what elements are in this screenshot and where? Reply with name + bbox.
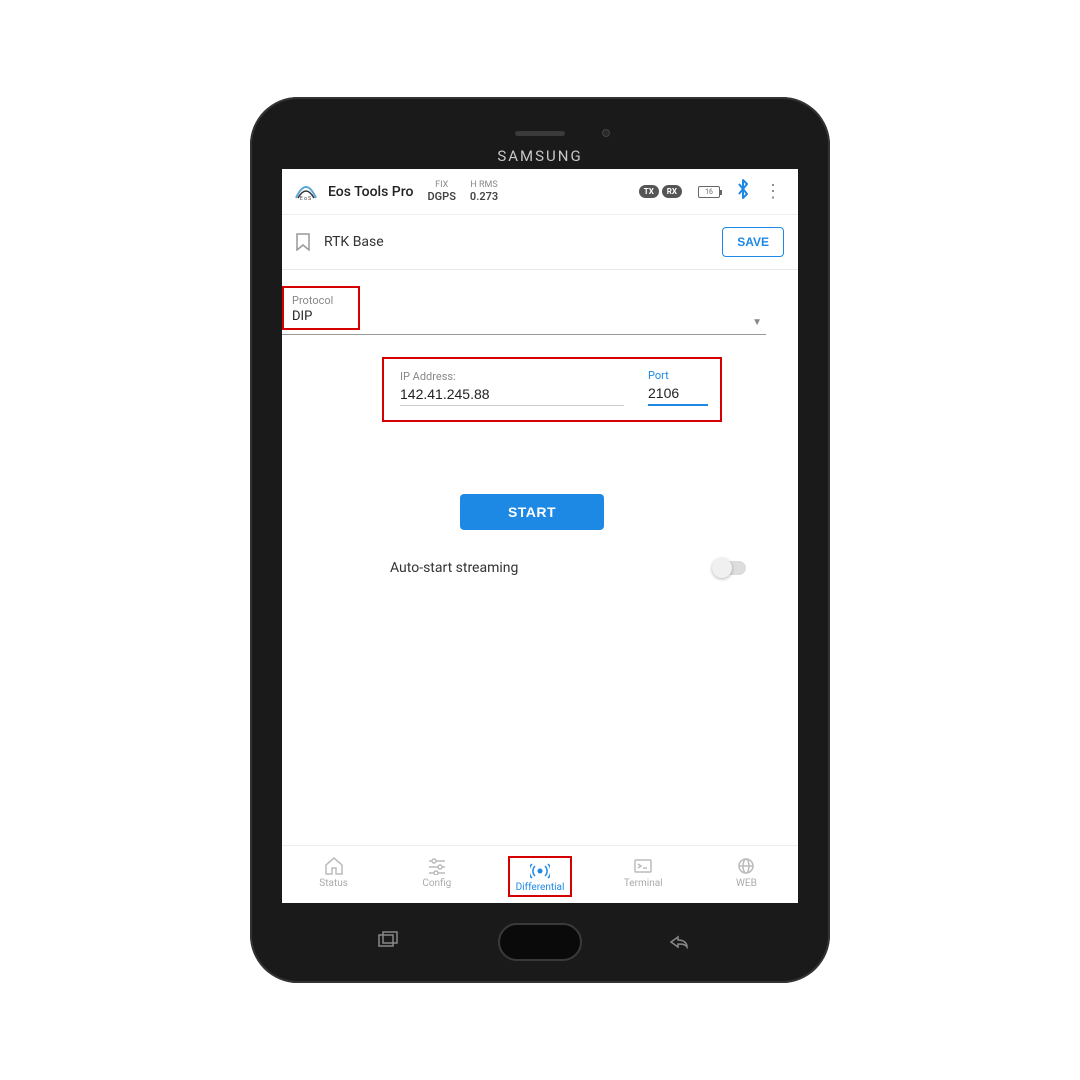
nav-terminal[interactable]: Terminal [592,852,695,901]
autostart-row: Auto-start streaming [282,560,782,576]
sliders-icon [385,856,488,876]
app-title: Eos Tools Pro [328,184,413,200]
nav-differential[interactable]: Differential [488,852,591,901]
app-bar: E o S Eos Tools Pro FIX DGPS H RMS 0.273… [282,169,798,215]
address-highlight: IP Address: Port [382,357,722,422]
bottom-nav: Status Config Differential [282,845,798,903]
nav-label: WEB [695,878,798,889]
hrms-label: H RMS [470,180,498,191]
home-button[interactable] [498,923,582,961]
save-button[interactable]: SAVE [722,227,784,257]
tablet-frame: SAMSUNG E o S Eos Tools Pro FIX DGPS H R… [250,97,830,983]
content-area: Protocol DIP ▼ IP Address: Port START [282,270,798,845]
bluetooth-icon[interactable] [736,179,750,204]
protocol-label: Protocol [292,294,350,307]
port-input[interactable] [648,382,708,406]
back-hw-button[interactable] [668,935,690,949]
txrx-badges: TX RX [639,185,682,198]
start-button[interactable]: START [460,494,604,530]
autostart-label: Auto-start streaming [390,560,518,576]
nav-label: Terminal [592,878,695,889]
protocol-value: DIP [292,309,350,324]
ip-field: IP Address: [400,370,624,406]
hrms-stat: H RMS 0.273 [470,180,498,204]
nav-web[interactable]: WEB [695,852,798,901]
nav-label: Status [282,878,385,889]
port-label: Port [648,369,708,382]
fix-stat: FIX DGPS [427,180,455,204]
ip-input[interactable] [400,383,624,406]
ip-label: IP Address: [400,370,624,383]
nav-status[interactable]: Status [282,852,385,901]
app-logo-icon: E o S [292,182,320,202]
bookmark-icon[interactable] [296,233,310,251]
nav-highlight: Differential [508,856,573,897]
chevron-down-icon: ▼ [752,317,766,330]
nav-label: Config [385,878,488,889]
nav-label: Differential [516,882,565,893]
page-subbar: RTK Base SAVE [282,215,798,270]
device-brand: SAMSUNG [497,147,582,165]
protocol-dropdown[interactable]: Protocol DIP ▼ [282,286,766,335]
screen: E o S Eos Tools Pro FIX DGPS H RMS 0.273… [282,169,798,903]
battery-icon: 16 [698,186,720,198]
hrms-value: 0.273 [470,190,498,203]
terminal-icon [592,856,695,876]
protocol-highlight: Protocol DIP [282,286,360,330]
nav-config[interactable]: Config [385,852,488,901]
home-icon [282,856,385,876]
battery-value: 16 [705,188,713,196]
speaker-grill [515,131,565,136]
globe-icon [695,856,798,876]
recent-hw-button[interactable] [378,931,400,951]
fix-value: DGPS [427,190,455,203]
port-field: Port [648,369,708,406]
fix-label: FIX [427,180,455,191]
tx-badge: TX [639,185,659,198]
svg-text:E o S: E o S [300,196,311,202]
overflow-menu-icon[interactable]: ⋮ [758,181,788,202]
rx-badge: RX [662,185,682,198]
broadcast-icon [516,860,565,880]
page-title: RTK Base [324,234,384,250]
front-camera [602,129,610,137]
autostart-toggle[interactable] [714,561,746,575]
